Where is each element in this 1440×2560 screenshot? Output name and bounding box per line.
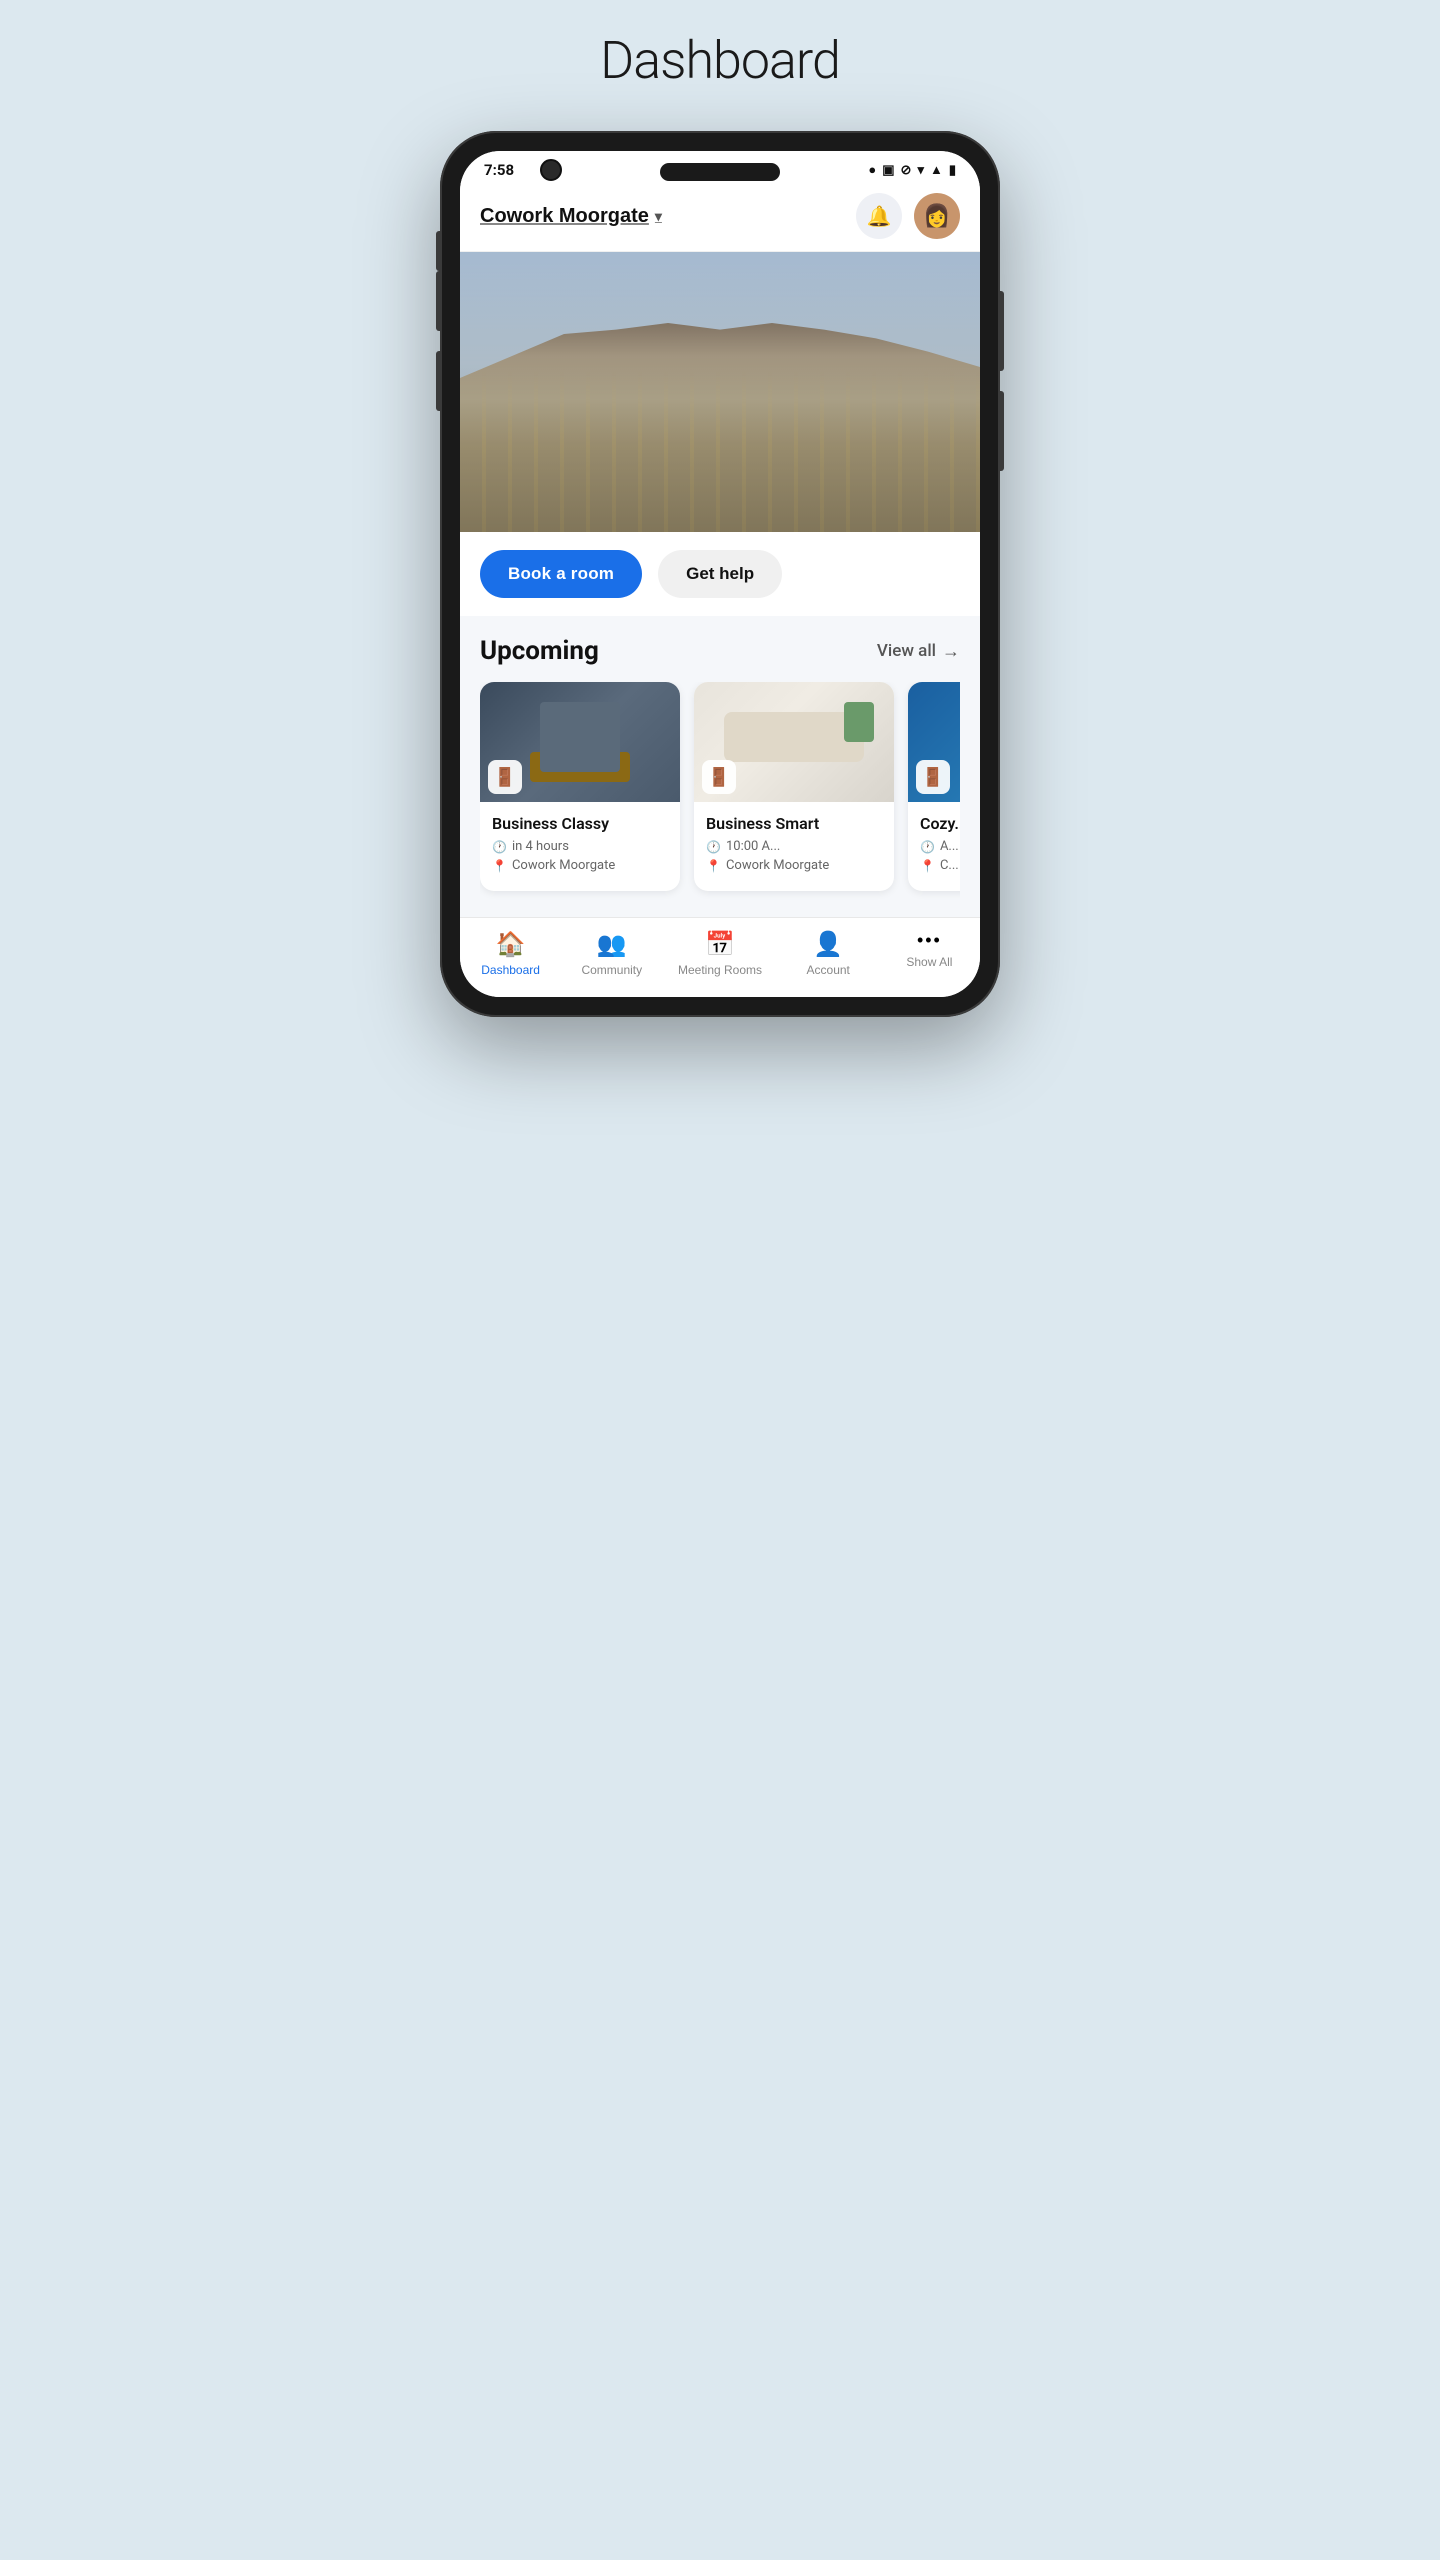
app-header: Cowork Moorgate ▾ 🔔 👩 — [460, 185, 980, 252]
phone-screen: 7:58 ● ▣ ⊘ ▾ ▲ ▮ Cowork Moorgate ▾ 🔔 — [460, 151, 980, 997]
wifi-icon: ▾ — [917, 163, 924, 178]
card-location-label-3: C... — [940, 858, 959, 873]
action-buttons-container: Book a room Get help — [460, 532, 980, 616]
page-title: Dashboard — [600, 30, 840, 91]
header-actions: 🔔 👩 — [856, 193, 960, 239]
get-help-button[interactable]: Get help — [658, 550, 782, 598]
volume-up-button — [436, 271, 440, 331]
hero-image — [460, 252, 980, 532]
book-room-button[interactable]: Book a room — [480, 550, 642, 598]
hero-overlay — [460, 252, 980, 532]
nav-show-all-label: Show All — [906, 955, 952, 969]
nav-dashboard-label: Dashboard — [481, 963, 540, 977]
status-icons: ● ▣ ⊘ ▾ ▲ ▮ — [868, 162, 956, 178]
card-time-label-1: in 4 hours — [512, 839, 569, 854]
clock-icon-1: 🕐 — [492, 840, 507, 854]
booking-card[interactable]: 🚪 Business Classy 🕐 in 4 hours 📍 Cowork … — [480, 682, 680, 891]
card-time-label-3: A... — [940, 839, 959, 854]
community-icon: 👥 — [597, 930, 627, 959]
room-icon-1: 🚪 — [488, 760, 522, 794]
bell-icon: 🔔 — [867, 204, 892, 229]
status-time: 7:58 — [484, 161, 514, 179]
location-icon-2: 📍 — [706, 859, 721, 873]
card-time-2: 🕐 10:00 A... — [706, 839, 882, 854]
card-location-label-1: Cowork Moorgate — [512, 858, 615, 873]
card-image-2: 🚪 — [694, 682, 894, 802]
location-icon-3: 📍 — [920, 859, 935, 873]
card-body-1: Business Classy 🕐 in 4 hours 📍 Cowork Mo… — [480, 802, 680, 891]
card-location-3: 📍 C... — [920, 858, 960, 873]
upcoming-section: Upcoming View all → 🚪 Business Classy — [460, 616, 980, 917]
upcoming-title: Upcoming — [480, 636, 599, 666]
card-time-label-2: 10:00 A... — [726, 839, 780, 854]
home-icon: 🏠 — [496, 930, 526, 959]
more-icon: ••• — [917, 930, 942, 951]
card-name-1: Business Classy — [492, 814, 668, 833]
bottom-navigation: 🏠 Dashboard 👥 Community 📅 Meeting Rooms … — [460, 917, 980, 997]
profile-avatar-button[interactable]: 👩 — [914, 193, 960, 239]
mute-button — [436, 231, 440, 271]
phone-frame: 7:58 ● ▣ ⊘ ▾ ▲ ▮ Cowork Moorgate ▾ 🔔 — [440, 131, 1000, 1017]
nav-meeting-rooms[interactable]: 📅 Meeting Rooms — [678, 930, 762, 977]
clock-icon-2: 🕐 — [706, 840, 721, 854]
avatar-icon: 👩 — [923, 203, 950, 229]
notifications-button[interactable]: 🔔 — [856, 193, 902, 239]
notification-icon: ● — [868, 162, 876, 178]
card-body-2: Business Smart 🕐 10:00 A... 📍 Cowork Moo… — [694, 802, 894, 891]
card-image-3: 🚪 — [908, 682, 960, 802]
chevron-down-icon: ▾ — [655, 208, 662, 225]
nav-show-all[interactable]: ••• Show All — [894, 930, 964, 977]
card-location-label-2: Cowork Moorgate — [726, 858, 829, 873]
room-icon-2: 🚪 — [702, 760, 736, 794]
arrow-right-icon: → — [942, 641, 960, 662]
room-icon-3: 🚪 — [916, 760, 950, 794]
nav-community[interactable]: 👥 Community — [577, 930, 647, 977]
booking-card[interactable]: 🚪 Cozy... 🕐 A... 📍 C... — [908, 682, 960, 891]
location-selector[interactable]: Cowork Moorgate ▾ — [480, 205, 662, 228]
location-icon-1: 📍 — [492, 859, 507, 873]
card-location-2: 📍 Cowork Moorgate — [706, 858, 882, 873]
booking-cards-list: 🚪 Business Classy 🕐 in 4 hours 📍 Cowork … — [480, 682, 960, 901]
status-bar: 7:58 ● ▣ ⊘ ▾ ▲ ▮ — [460, 151, 980, 185]
card-name-3: Cozy... — [920, 814, 960, 833]
nav-account[interactable]: 👤 Account — [793, 930, 863, 977]
card-time-1: 🕐 in 4 hours — [492, 839, 668, 854]
view-all-label: View all — [877, 641, 936, 661]
nav-community-label: Community — [581, 963, 642, 977]
signal-icon: ▲ — [930, 162, 943, 178]
person-icon: 👤 — [813, 930, 843, 959]
card-body-3: Cozy... 🕐 A... 📍 C... — [908, 802, 960, 891]
calendar-icon: 📅 — [705, 930, 735, 959]
card-image-1: 🚪 — [480, 682, 680, 802]
power-button-2 — [1000, 391, 1004, 471]
power-button — [1000, 291, 1004, 371]
card-location-1: 📍 Cowork Moorgate — [492, 858, 668, 873]
front-camera — [540, 159, 562, 181]
view-all-link[interactable]: View all → — [877, 641, 960, 662]
battery-icon: ▣ — [882, 163, 894, 178]
volume-down-button — [436, 351, 440, 411]
nav-meeting-rooms-label: Meeting Rooms — [678, 963, 762, 977]
nav-account-label: Account — [807, 963, 850, 977]
card-name-2: Business Smart — [706, 814, 882, 833]
section-header: Upcoming View all → — [480, 636, 960, 666]
clock-icon-3: 🕐 — [920, 840, 935, 854]
nav-dashboard[interactable]: 🏠 Dashboard — [476, 930, 546, 977]
booking-card[interactable]: 🚪 Business Smart 🕐 10:00 A... 📍 Cowork M… — [694, 682, 894, 891]
card-time-3: 🕐 A... — [920, 839, 960, 854]
do-not-disturb-icon: ⊘ — [901, 163, 912, 178]
location-name: Cowork Moorgate — [480, 205, 649, 228]
battery-level-icon: ▮ — [949, 163, 956, 178]
